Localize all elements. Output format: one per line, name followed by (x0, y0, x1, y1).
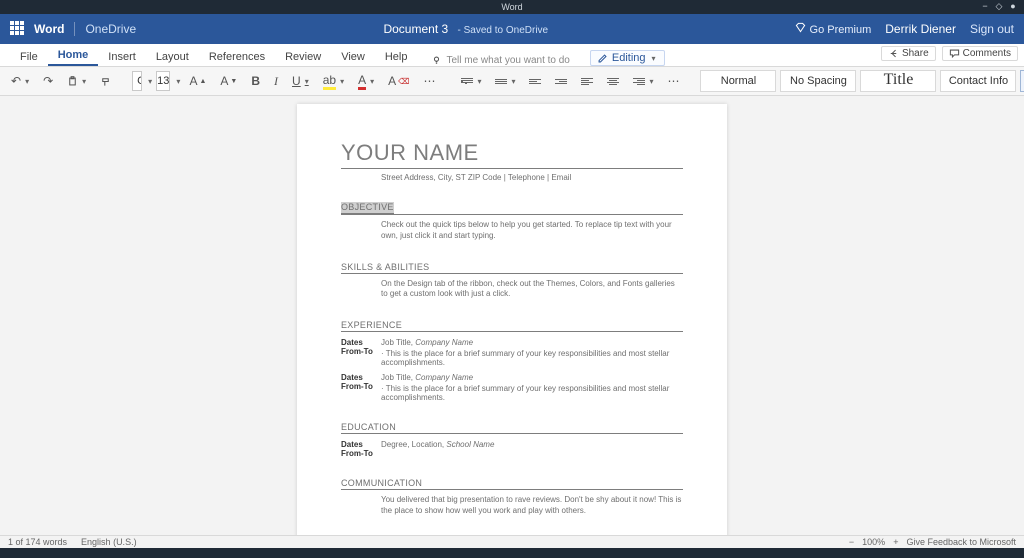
grow-font-button[interactable]: A▲ (184, 71, 211, 91)
editing-mode-button[interactable]: Editing ▾ (590, 50, 665, 66)
heading-education[interactable]: EDUCATION (341, 422, 683, 434)
app-name: Word (34, 22, 64, 36)
paste-button[interactable]: ▾ (62, 73, 91, 90)
diamond-icon (795, 22, 806, 33)
bullets-button[interactable]: ▾ (456, 74, 486, 89)
style-no-spacing[interactable]: No Spacing (780, 70, 856, 92)
undo-button[interactable]: ↶▾ (6, 71, 34, 91)
save-status: - Saved to OneDrive (458, 25, 549, 36)
experience-row[interactable]: Dates From-To Job Title, Company Name · … (341, 338, 683, 367)
tab-review[interactable]: Review (275, 47, 331, 66)
communication-body[interactable]: You delivered that big presentation to r… (381, 495, 683, 517)
style-normal[interactable]: Normal (700, 70, 776, 92)
sign-out-link[interactable]: Sign out (970, 22, 1014, 36)
style-heading1[interactable]: Heading 1 (1020, 70, 1024, 92)
dates-label[interactable]: Dates From-To (341, 440, 381, 458)
comments-button[interactable]: Comments (942, 46, 1018, 61)
heading-objective[interactable]: OBJECTIVE (341, 202, 394, 214)
window-close-icon[interactable]: ● (1008, 1, 1018, 11)
highlight-button[interactable]: ab▾ (318, 70, 349, 93)
comment-icon (949, 48, 960, 59)
share-icon (888, 48, 899, 59)
style-contact-info[interactable]: Contact Info (940, 70, 1016, 92)
page[interactable]: YOUR NAME Street Address, City, ST ZIP C… (297, 104, 727, 548)
italic-button[interactable]: I (269, 71, 283, 92)
window-minimize-icon[interactable]: − (980, 1, 990, 11)
align-center-button[interactable] (602, 74, 624, 89)
word-count[interactable]: 1 of 174 words (8, 537, 67, 547)
heading-communication[interactable]: COMMUNICATION (341, 478, 683, 490)
style-title[interactable]: Title (860, 70, 936, 92)
share-button[interactable]: Share (881, 46, 936, 61)
tell-me-search[interactable]: Tell me what you want to do (431, 55, 569, 66)
font-name-select[interactable]: Calibri (Heading… (132, 71, 142, 91)
os-title: Word (501, 2, 522, 12)
decrease-indent-button[interactable] (524, 75, 546, 88)
document-canvas[interactable]: YOUR NAME Street Address, City, ST ZIP C… (0, 96, 1024, 548)
education-row[interactable]: Dates From-To Degree, Location, School N… (341, 440, 683, 458)
bold-button[interactable]: B (246, 71, 265, 91)
status-bar: 1 of 174 words English (U.S.) − 100% + G… (0, 535, 1024, 548)
window-maximize-icon[interactable]: ◇ (994, 1, 1004, 11)
resume-address[interactable]: Street Address, City, ST ZIP Code | Tele… (381, 173, 683, 182)
align-right-button[interactable]: ▾ (628, 74, 658, 89)
language-status[interactable]: English (U.S.) (81, 537, 137, 547)
align-left-button[interactable] (576, 74, 598, 89)
redo-button[interactable]: ↷ (38, 71, 58, 91)
underline-button[interactable]: U▾ (287, 71, 314, 91)
zoom-level[interactable]: 100% (862, 537, 885, 547)
tab-insert[interactable]: Insert (98, 47, 146, 66)
clipboard-icon (67, 76, 78, 87)
objective-body[interactable]: Check out the quick tips below to help y… (381, 220, 683, 242)
pencil-icon (597, 53, 608, 64)
numbering-button[interactable]: ▾ (490, 74, 520, 89)
font-color-button[interactable]: A▾ (353, 70, 379, 93)
clear-formatting-button[interactable]: A⌫ (383, 71, 414, 91)
feedback-link[interactable]: Give Feedback to Microsoft (906, 537, 1016, 547)
heading-experience[interactable]: EXPERIENCE (341, 320, 683, 332)
chevron-down-icon: ▾ (652, 54, 656, 63)
tab-help[interactable]: Help (375, 47, 418, 66)
tab-references[interactable]: References (199, 47, 275, 66)
tab-layout[interactable]: Layout (146, 47, 199, 66)
font-size-select[interactable]: 13 (156, 71, 170, 91)
skills-body[interactable]: On the Design tab of the ribbon, check o… (381, 279, 683, 301)
ribbon-tabs: File Home Insert Layout References Revie… (0, 44, 1024, 67)
resume-name[interactable]: YOUR NAME (341, 140, 683, 169)
ribbon-toolbar: ↶▾ ↷ ▾ Calibri (Heading…▾ 13▾ A▲ A▼ B I … (0, 67, 1024, 96)
paintbrush-icon (100, 76, 111, 87)
tab-file[interactable]: File (10, 47, 48, 66)
tab-view[interactable]: View (331, 47, 375, 66)
document-name[interactable]: Document 3 (383, 22, 448, 36)
dates-label[interactable]: Dates From-To (341, 338, 381, 367)
more-paragraph-button[interactable]: ⋯ (662, 71, 684, 91)
go-premium-button[interactable]: Go Premium (795, 22, 871, 36)
user-name[interactable]: Derrik Diener (885, 22, 956, 36)
more-font-button[interactable]: ⋯ (418, 71, 440, 91)
zoom-out-button[interactable]: − (849, 537, 854, 547)
storage-service[interactable]: OneDrive (74, 22, 136, 36)
shrink-font-button[interactable]: A▼ (215, 71, 242, 91)
heading-skills[interactable]: SKILLS & ABILITIES (341, 262, 683, 274)
experience-row[interactable]: Dates From-To Job Title, Company Name · … (341, 373, 683, 402)
increase-indent-button[interactable] (550, 75, 572, 88)
zoom-in-button[interactable]: + (893, 537, 898, 547)
os-title-bar: Word − ◇ ● (0, 0, 1024, 14)
tab-home[interactable]: Home (48, 45, 99, 66)
app-title-bar: Word OneDrive Document 3 - Saved to OneD… (0, 14, 1024, 44)
dates-label[interactable]: Dates From-To (341, 373, 381, 402)
app-launcher-icon[interactable] (10, 21, 26, 37)
lightbulb-icon (431, 55, 442, 66)
format-painter-button[interactable] (95, 73, 116, 90)
